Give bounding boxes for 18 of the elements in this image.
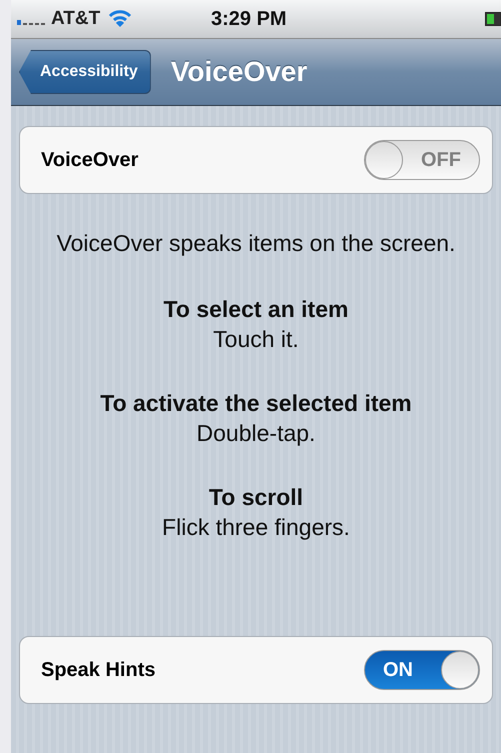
instruction-text: Double-tap.	[196, 419, 316, 448]
instruction-heading: To scroll	[208, 483, 304, 512]
back-button[interactable]: Accessibility	[19, 50, 151, 94]
nav-title: VoiceOver	[170, 56, 308, 88]
battery-icon	[485, 12, 501, 26]
toggle-switch[interactable]: OFF	[364, 140, 480, 180]
instruction-text: Touch it.	[212, 325, 300, 354]
carrier-label: AT&T	[51, 8, 100, 30]
setting-label: Speak Hints	[41, 658, 156, 682]
wifi-icon	[108, 10, 132, 28]
toggle-switch[interactable]: ON	[364, 650, 480, 690]
instruction-heading: To activate the selected item	[99, 389, 413, 418]
description-text: VoiceOver speaks items on the screen.	[56, 229, 456, 258]
clock-time: 3:29 PM	[211, 8, 287, 30]
setting-label: VoiceOver	[41, 148, 138, 172]
signal-icon	[17, 17, 47, 25]
instruction-text: Flick three fingers.	[161, 513, 351, 542]
instruction-heading: To select an item	[162, 295, 350, 324]
